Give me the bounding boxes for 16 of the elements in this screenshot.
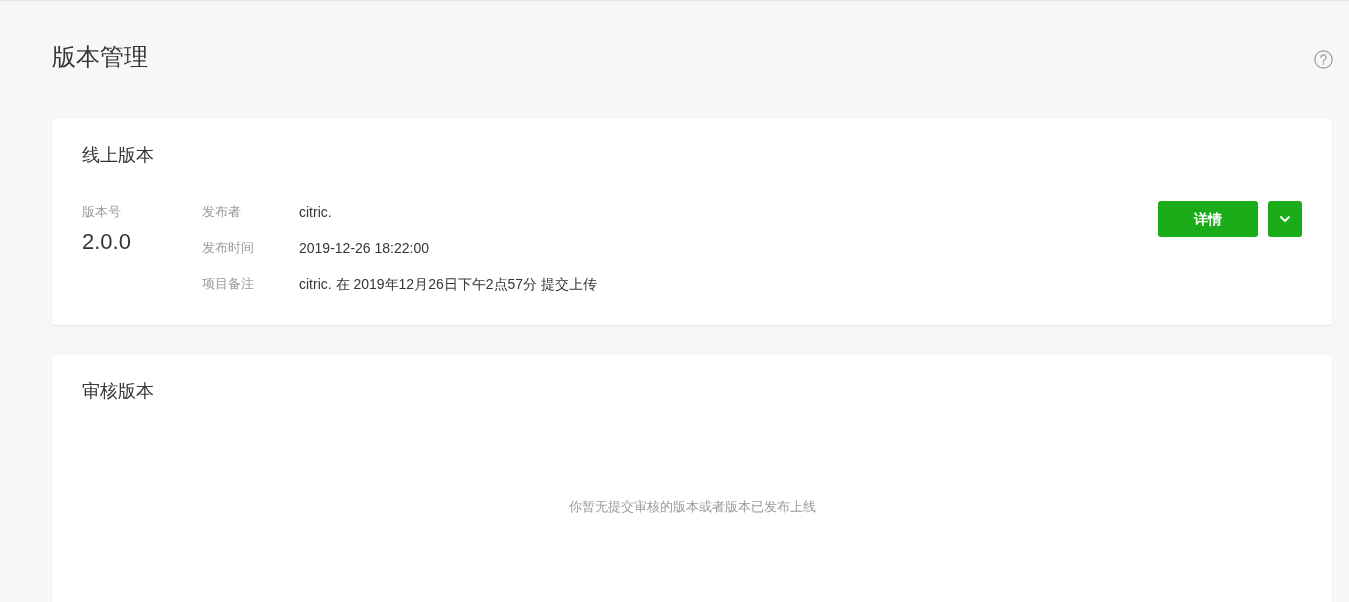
empty-message: 你暂无提交审核的版本或者版本已发布上线 (568, 498, 816, 516)
field-value: citric. (299, 203, 332, 222)
field-label: 发布时间 (202, 239, 255, 257)
page-title: 版本管理 (52, 42, 148, 72)
help-icon[interactable] (1314, 49, 1333, 69)
field-label: 项目备注 (202, 275, 255, 293)
field-value: citric. 在 2019年12月26日下午2点57分 提交上传 (299, 275, 597, 294)
details-button[interactable]: 详情 (1158, 201, 1258, 237)
card-title: 线上版本 (82, 144, 155, 167)
version-number: 2.0.0 (82, 230, 131, 254)
dropdown-button[interactable] (1268, 201, 1302, 237)
field-value: 2019-12-26 18:22:00 (299, 239, 429, 258)
field-label: 发布者 (202, 203, 242, 221)
caret-icon (1280, 216, 1290, 222)
card-title: 审核版本 (82, 380, 155, 403)
version-label: 版本号 (82, 203, 121, 221)
